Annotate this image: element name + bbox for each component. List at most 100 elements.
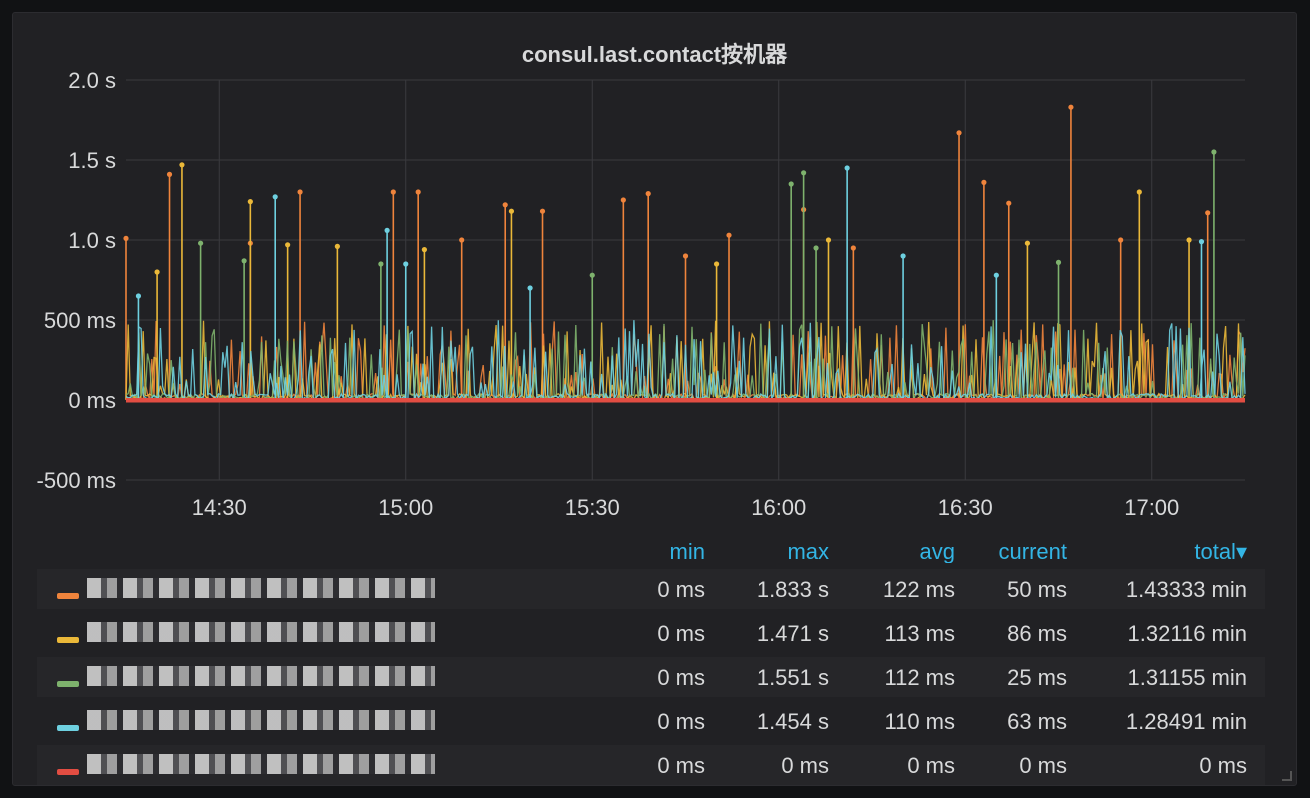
- x-tick-label: 17:00: [1124, 495, 1179, 520]
- legend-avg: 112 ms: [884, 665, 955, 690]
- data-point[interactable]: [801, 170, 807, 176]
- legend-total: 1.43333 min: [1125, 577, 1247, 602]
- data-point[interactable]: [403, 261, 409, 267]
- legend-row[interactable]: 0 ms 1.471 s 113 ms 86 ms 1.32116 min: [37, 613, 1265, 653]
- legend-max: 1.833 s: [756, 577, 829, 602]
- series-color-swatch[interactable]: [57, 681, 79, 687]
- series-color-swatch[interactable]: [57, 637, 79, 643]
- data-point[interactable]: [1136, 189, 1142, 195]
- y-tick-label: 500 ms: [44, 308, 116, 333]
- data-point[interactable]: [726, 232, 732, 238]
- data-point[interactable]: [272, 194, 278, 200]
- data-point[interactable]: [285, 242, 291, 248]
- data-point[interactable]: [334, 243, 340, 249]
- data-point[interactable]: [135, 293, 142, 299]
- x-tick-label: 16:30: [938, 495, 993, 520]
- data-point[interactable]: [1006, 200, 1012, 206]
- data-point[interactable]: [247, 199, 253, 205]
- legend-min: 0 ms: [657, 621, 705, 646]
- redacted-series-name: [87, 578, 435, 598]
- data-point[interactable]: [1211, 149, 1217, 155]
- chart-plot-area[interactable]: 2.0 s 1.5 s 1.0 s 500 ms 0 ms -500 ms 14:30 15:…: [13, 13, 1296, 533]
- series-color-swatch[interactable]: [57, 769, 79, 775]
- legend-min: 0 ms: [657, 709, 705, 734]
- legend-total: 1.28491 min: [1125, 709, 1247, 734]
- data-point[interactable]: [384, 227, 390, 233]
- legend-current: 0 ms: [1019, 753, 1067, 778]
- redacted-series-name: [87, 666, 435, 686]
- data-point[interactable]: [850, 245, 856, 251]
- series-color-swatch[interactable]: [57, 593, 79, 599]
- data-point[interactable]: [844, 165, 850, 171]
- legend-avg: 113 ms: [884, 621, 955, 646]
- data-point[interactable]: [508, 208, 515, 214]
- data-point[interactable]: [421, 247, 427, 253]
- legend-total: 1.32116 min: [1127, 621, 1247, 646]
- legend-row[interactable]: 0 ms 0 ms 0 ms 0 ms 0 ms: [37, 745, 1265, 785]
- y-tick-label: 1.0 s: [68, 228, 116, 253]
- data-point[interactable]: [956, 130, 962, 136]
- data-point[interactable]: [1024, 240, 1031, 246]
- legend-min: 0 ms: [657, 665, 705, 690]
- data-point[interactable]: [1186, 237, 1192, 243]
- legend-header-total[interactable]: total▾: [1194, 539, 1247, 563]
- data-point[interactable]: [378, 261, 384, 267]
- data-point[interactable]: [645, 191, 651, 197]
- data-point[interactable]: [1118, 237, 1124, 243]
- legend-header-avg[interactable]: avg: [920, 539, 955, 563]
- data-point[interactable]: [1068, 104, 1074, 110]
- data-point[interactable]: [589, 272, 595, 278]
- y-tick-label: -500 ms: [37, 468, 116, 493]
- data-point[interactable]: [415, 189, 421, 195]
- data-point[interactable]: [993, 272, 999, 278]
- data-point[interactable]: [713, 261, 720, 267]
- data-point[interactable]: [825, 237, 832, 243]
- data-point[interactable]: [1205, 210, 1211, 216]
- legend-current: 50 ms: [1007, 577, 1067, 602]
- legend-row[interactable]: 0 ms 1.454 s 110 ms 63 ms 1.28491 min: [37, 701, 1265, 741]
- legend-current: 86 ms: [1007, 621, 1067, 646]
- data-point[interactable]: [179, 162, 185, 168]
- legend-min: 0 ms: [657, 577, 705, 602]
- data-point[interactable]: [166, 171, 173, 177]
- legend-current: 25 ms: [1007, 665, 1067, 690]
- y-tick-label: 2.0 s: [68, 68, 116, 93]
- x-tick-label: 15:00: [378, 495, 433, 520]
- data-point[interactable]: [390, 189, 396, 195]
- data-point[interactable]: [900, 253, 906, 259]
- data-point[interactable]: [502, 202, 508, 208]
- x-tick-label: 15:30: [565, 495, 620, 520]
- data-point[interactable]: [1055, 259, 1062, 265]
- x-tick-label: 14:30: [192, 495, 247, 520]
- data-point[interactable]: [198, 240, 204, 246]
- legend-header: min max avg current total▾: [37, 533, 1265, 563]
- legend-avg: 110 ms: [884, 709, 955, 734]
- legend-current: 63 ms: [1007, 709, 1067, 734]
- data-point[interactable]: [527, 285, 533, 291]
- data-point[interactable]: [241, 258, 247, 264]
- legend-header-current[interactable]: current: [999, 539, 1067, 563]
- legend-row[interactable]: 0 ms 1.551 s 112 ms 25 ms 1.31155 min: [37, 657, 1265, 697]
- data-point[interactable]: [813, 245, 819, 251]
- data-point[interactable]: [682, 253, 689, 259]
- legend-avg: 0 ms: [907, 753, 955, 778]
- redacted-series-name: [87, 622, 435, 642]
- data-point[interactable]: [123, 235, 129, 241]
- data-point[interactable]: [620, 197, 626, 203]
- series-color-swatch[interactable]: [57, 725, 79, 731]
- data-point[interactable]: [981, 179, 987, 185]
- legend-header-min[interactable]: min: [670, 539, 705, 563]
- legend-header-max[interactable]: max: [787, 539, 829, 563]
- panel-resize-handle[interactable]: [1282, 771, 1292, 781]
- data-point[interactable]: [459, 237, 465, 243]
- data-point[interactable]: [539, 208, 546, 214]
- legend-row[interactable]: 0 ms 1.833 s 122 ms 50 ms 1.43333 min: [37, 569, 1265, 609]
- data-point[interactable]: [154, 269, 160, 275]
- legend-avg: 122 ms: [882, 577, 955, 602]
- data-point[interactable]: [297, 189, 303, 195]
- legend-total: 0 ms: [1199, 753, 1247, 778]
- series-0: [123, 104, 1246, 403]
- data-point[interactable]: [1198, 239, 1205, 245]
- y-tick-label: 1.5 s: [68, 148, 116, 173]
- data-point[interactable]: [788, 181, 794, 187]
